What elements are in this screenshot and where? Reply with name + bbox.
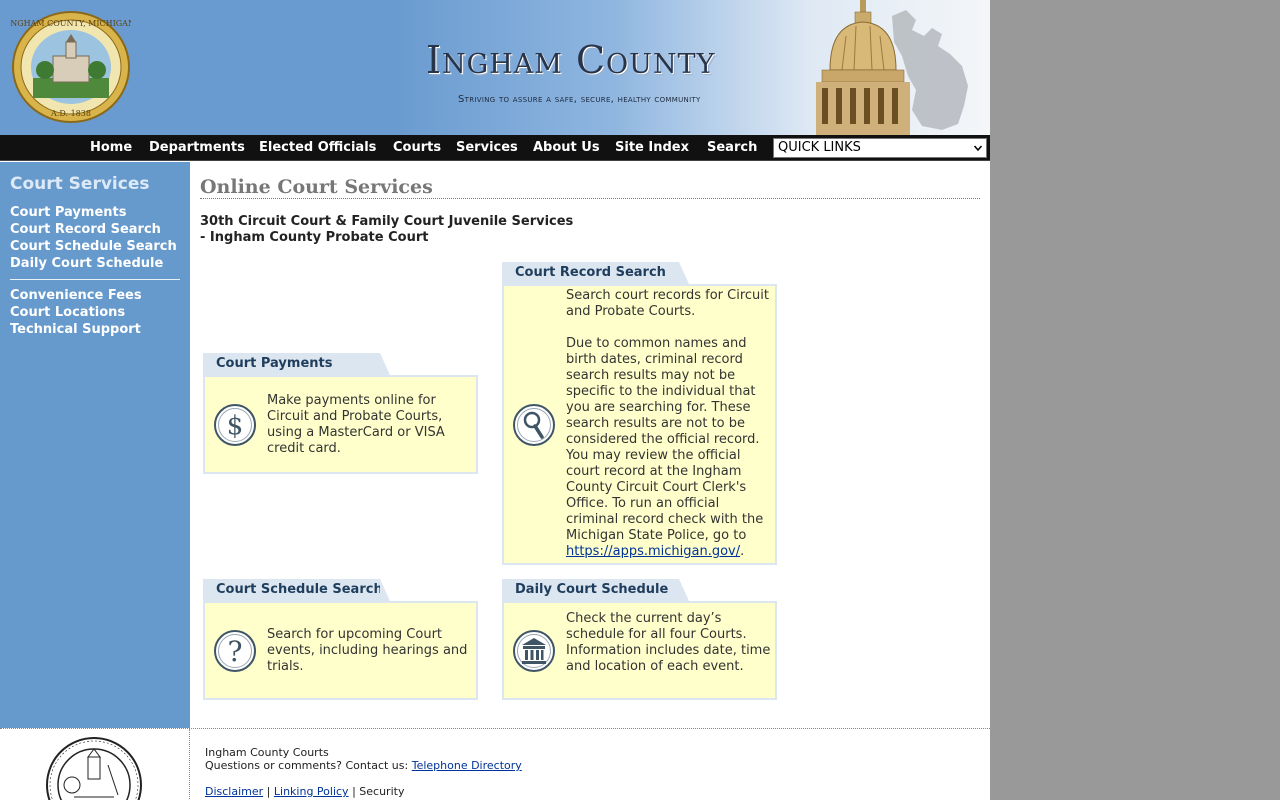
daily-court-schedule-link[interactable]: Daily Court Schedule [515,582,668,597]
sidebar-item-court-schedule-search[interactable]: Court Schedule Search [10,239,177,254]
footer-separator: | [266,785,271,798]
nav-about-us[interactable]: About Us [533,140,600,155]
footer-security-text: | Security [352,785,405,798]
record-search-disclaimer-text: Due to common names and birth dates, cri… [566,336,764,543]
court-record-search-card: Court Record Search Search court records… [502,262,777,565]
magnifying-glass-icon[interactable] [512,403,556,447]
great-seal-logo [46,737,142,800]
nav-search[interactable]: Search [707,140,757,155]
court-payments-link[interactable]: Court Payments [216,356,332,371]
courthouse-icon[interactable] [512,629,556,673]
card-body: $ Make payments online for Circuit and P… [203,375,478,474]
footer-courts-line: Ingham County Courts [205,746,329,759]
court-schedule-search-link[interactable]: Court Schedule Search [216,582,383,597]
court-payments-description: Make payments online for Circuit and Pro… [267,393,445,456]
sidebar-item-court-record-search[interactable]: Court Record Search [10,222,161,237]
card-tab: Daily Court Schedule [502,579,689,601]
capitol-dome-image [816,0,910,135]
sidebar-item-daily-court-schedule[interactable]: Daily Court Schedule [10,256,163,271]
chevron-down-icon [974,145,982,152]
site-footer: Ingham County Courts Questions or commen… [0,728,990,800]
telephone-directory-link[interactable]: Telephone Directory [412,759,522,772]
footer-links-line: Disclaimer | Linking Policy | Security [205,785,404,798]
sidebar-title: Court Services [10,174,150,194]
court-record-search-description: Search court records for Circuit and Pro… [566,288,771,560]
link-suffix: . [740,544,745,559]
sidebar-item-court-payments[interactable]: Court Payments [10,205,126,220]
record-search-intro: Search court records for Circuit and Pro… [566,288,769,319]
card-tab: Court Schedule Search [203,579,390,601]
sidebar: Court Services Court Payments Court Reco… [0,162,190,728]
disclaimer-link[interactable]: Disclaimer [205,785,263,798]
sidebar-item-convenience-fees[interactable]: Convenience Fees [10,288,142,303]
sidebar-item-technical-support[interactable]: Technical Support [10,322,141,337]
daily-court-schedule-description: Check the current day’s schedule for all… [566,611,771,674]
courts-subheading: 30th Circuit Court & Family Court Juveni… [200,214,574,229]
page-title: Online Court Services [200,176,433,198]
page: INGHAM COUNTY, MICHIGAN A.D. 1838 Ingham… [0,0,990,800]
michigan-apps-link[interactable]: https://apps.michigan.gov/ [566,544,740,559]
site-title: Ingham County [426,38,716,82]
footer-contact-line: Questions or comments? Contact us: Telep… [205,759,522,772]
nav-site-index[interactable]: Site Index [615,140,689,155]
court-record-search-link[interactable]: Court Record Search [515,265,666,280]
card-body: Check the current day’s schedule for all… [502,601,777,700]
linking-policy-link[interactable]: Linking Policy [274,785,349,798]
svg-text:INGHAM COUNTY, MICHIGAN: INGHAM COUNTY, MICHIGAN [11,19,131,28]
svg-text:?: ? [227,635,242,668]
site-tagline: Striving to assure a safe, secure, healt… [458,94,701,105]
daily-court-schedule-card: Daily Court Schedule Check the current d… [502,579,777,701]
county-seal-logo[interactable]: INGHAM COUNTY, MICHIGAN A.D. 1838 [11,10,131,125]
nav-courts[interactable]: Courts [393,140,441,155]
nav-home[interactable]: Home [90,140,132,155]
court-schedule-search-card: Court Schedule Search ? Search for upcom… [203,579,478,701]
title-divider [200,198,980,199]
quick-links-value: QUICK LINKS [778,140,861,155]
svg-text:A.D. 1838: A.D. 1838 [50,109,91,118]
footer-divider [189,729,190,800]
probate-subheading: - Ingham County Probate Court [200,230,429,245]
record-search-disclaimer: Due to common names and birth dates, cri… [566,336,771,560]
dollar-icon[interactable]: $ [213,403,257,447]
question-mark-icon[interactable]: ? [213,629,257,673]
quick-links-select[interactable]: QUICK LINKS [773,138,987,158]
nav-departments[interactable]: Departments [149,140,245,155]
footer-contact-text: Questions or comments? Contact us: [205,759,409,772]
card-body: ? Search for upcoming Court events, incl… [203,601,478,700]
card-body: Search court records for Circuit and Pro… [502,284,777,565]
nav-services[interactable]: Services [456,140,518,155]
nav-elected-officials[interactable]: Elected Officials [259,140,376,155]
main-nav-bar: Home Departments Elected Officials Court… [0,135,990,161]
card-tab: Court Payments [203,353,390,375]
card-tab: Court Record Search [502,262,689,284]
svg-text:$: $ [227,411,244,441]
main-content: Online Court Services 30th Circuit Court… [190,162,990,728]
sidebar-divider [10,279,180,280]
sidebar-item-court-locations[interactable]: Court Locations [10,305,125,320]
court-payments-card: Court Payments $ Make payments online fo… [203,353,478,475]
court-schedule-search-description: Search for upcoming Court events, includ… [267,627,468,674]
site-header: INGHAM COUNTY, MICHIGAN A.D. 1838 Ingham… [0,0,990,135]
